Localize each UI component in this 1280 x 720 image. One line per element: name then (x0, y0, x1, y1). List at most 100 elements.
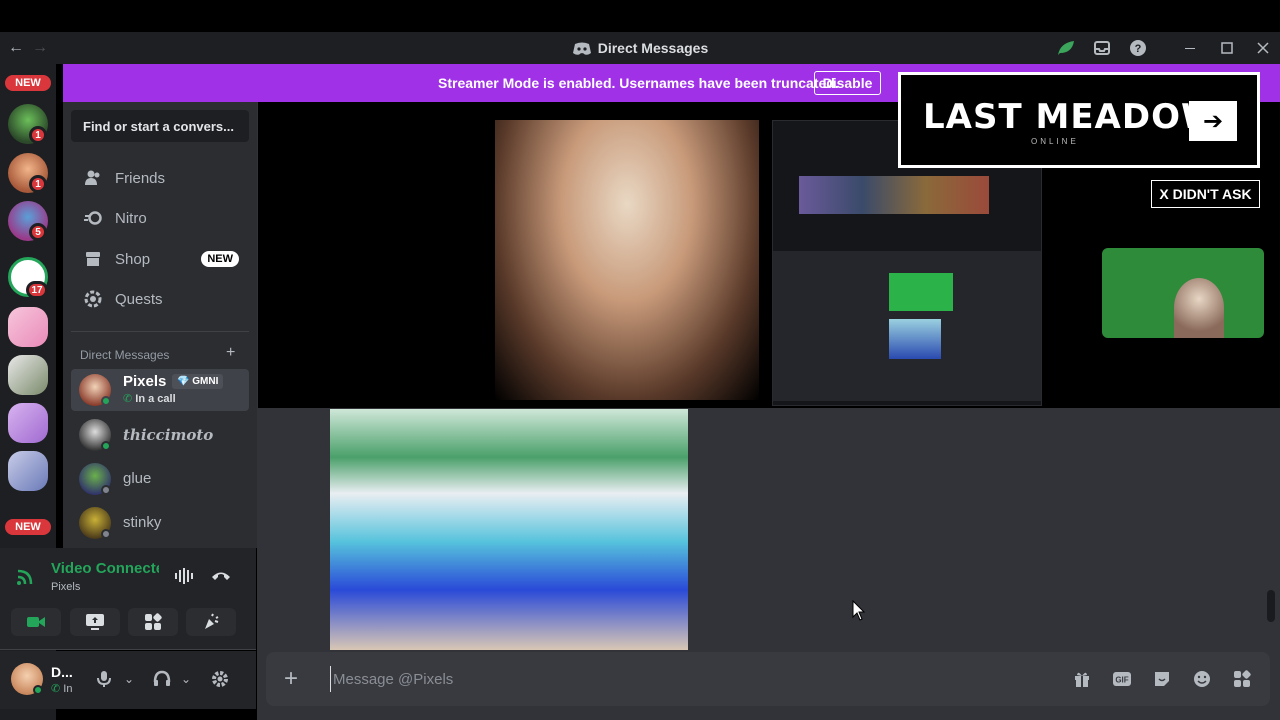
dm-item-thiccimoto[interactable]: thiccimoto (71, 414, 249, 456)
headphones-icon[interactable] (153, 670, 171, 693)
gif-icon[interactable]: GIF (1112, 669, 1132, 689)
dm-item-pixels[interactable]: Pixels 💎 GMNI ✆ In a call (71, 369, 249, 411)
screen-share-icon (86, 614, 104, 630)
maximize-icon[interactable] (1217, 38, 1237, 58)
voice-status[interactable]: Video Connected (51, 560, 159, 577)
arrow-right-icon: ➔ (1189, 101, 1237, 141)
message-input[interactable] (330, 666, 980, 692)
sidebar-item-quests[interactable]: Quests (71, 279, 249, 319)
dm-name: glue (123, 470, 152, 487)
microphone-icon[interactable] (97, 670, 111, 693)
discord-logo-icon (572, 42, 591, 55)
gift-icon[interactable] (1072, 669, 1092, 689)
minimize-icon[interactable] (1180, 38, 1200, 58)
find-conversation-search[interactable]: Find or start a convers... (71, 110, 249, 142)
camera-icon (27, 617, 45, 627)
webcam-video-tile[interactable] (495, 120, 759, 400)
user-status: ✆ In (51, 683, 73, 695)
last-meadow-overlay: LAST MEADOW ONLINE ➔ (898, 72, 1260, 168)
window-titlebar: ← → Direct Messages ? (0, 32, 1280, 64)
direct-messages-header: Direct Messages (80, 348, 170, 362)
online-status-dot (33, 685, 43, 695)
username[interactable]: D... (51, 664, 73, 680)
scrollbar-thumb[interactable] (1267, 590, 1275, 622)
emoji-icon[interactable] (1192, 669, 1212, 689)
svg-text:?: ? (1135, 43, 1142, 55)
phone-icon: ✆ (51, 683, 61, 695)
new-badge[interactable]: NEW (2, 516, 54, 538)
shared-image-attachment[interactable] (330, 409, 688, 650)
phone-icon: ✆ (123, 393, 133, 405)
disable-streamer-mode-button[interactable]: Disable (814, 71, 881, 95)
apps-icon[interactable] (1232, 669, 1252, 689)
leaf-icon[interactable] (1056, 38, 1076, 58)
offline-status-dot (101, 529, 111, 539)
create-dm-plus-icon[interactable]: + (226, 344, 235, 362)
person-silhouette (1174, 278, 1224, 338)
mouse-cursor-icon (852, 600, 866, 621)
settings-gear-icon[interactable] (211, 670, 229, 693)
signal-icon[interactable] (16, 568, 36, 591)
close-icon[interactable] (1253, 38, 1273, 58)
sidebar-item-label: Quests (115, 290, 163, 308)
sidebar-item-nitro[interactable]: Nitro (71, 198, 249, 238)
svg-text:GIF: GIF (1115, 676, 1128, 685)
soundboard-icon (205, 613, 219, 629)
online-status-dot (101, 396, 111, 406)
voice-channel-name[interactable]: Pixels (51, 581, 80, 593)
dm-name: stinky (123, 514, 162, 531)
server-icon[interactable] (8, 403, 48, 443)
server-icon[interactable] (8, 451, 48, 491)
activities-icon (145, 613, 162, 630)
inbox-icon[interactable] (1092, 38, 1112, 58)
server-icon[interactable] (8, 355, 48, 395)
window-title: Direct Messages (0, 40, 1280, 56)
thumbnail (889, 319, 941, 359)
noise-suppression-icon[interactable] (174, 568, 194, 589)
chevron-down-icon[interactable]: ⌄ (124, 672, 134, 686)
dm-item-glue[interactable]: glue (71, 458, 249, 500)
dm-name: Pixels (123, 373, 167, 390)
message-composer: + GIF (266, 652, 1270, 706)
divider (71, 331, 249, 332)
dm-name: thiccimoto (123, 426, 214, 444)
server-icon[interactable] (8, 307, 48, 347)
help-icon[interactable]: ? (1128, 38, 1148, 58)
attach-plus-icon[interactable]: + (284, 665, 298, 693)
quests-icon (83, 289, 103, 309)
last-meadow-title: LAST MEADOW (923, 97, 1220, 137)
friends-icon (83, 168, 103, 188)
facecam-overlay (1102, 248, 1264, 338)
sidebar-item-label: Shop (115, 250, 151, 268)
camera-button[interactable] (11, 608, 61, 636)
guild-tag-badge: 💎 GMNI (172, 374, 224, 389)
last-meadow-subtitle: ONLINE (1031, 137, 1079, 146)
dm-status: ✆ In a call (123, 393, 176, 405)
chevron-down-icon[interactable]: ⌄ (181, 672, 191, 686)
user-panel: D... ✆ In ⌄ ⌄ (0, 651, 256, 709)
disconnect-icon[interactable] (210, 568, 232, 587)
soundboard-button[interactable] (186, 608, 236, 636)
mention-count: 5 (29, 223, 47, 241)
shop-icon (83, 249, 103, 269)
sidebar-item-shop[interactable]: Shop NEW (71, 239, 249, 279)
screen-share-button[interactable] (70, 608, 120, 636)
activities-button[interactable] (128, 608, 178, 636)
game-thumbnail (799, 176, 989, 214)
voice-connection-panel: Video Connected Pixels (0, 548, 256, 650)
mention-count: 1 (29, 126, 47, 144)
offline-status-dot (101, 485, 111, 495)
sidebar-item-friends[interactable]: Friends (71, 158, 249, 198)
sidebar-item-label: Friends (115, 169, 166, 187)
mention-count: 17 (26, 281, 48, 299)
sidebar-item-label: Nitro (115, 209, 147, 227)
sticker-icon[interactable] (1152, 669, 1172, 689)
x-didnt-ask-overlay: X DIDN'T ASK (1151, 180, 1260, 208)
online-status-dot (101, 441, 111, 451)
dm-sidebar: Find or start a convers... Friends Nitro… (63, 102, 257, 548)
new-badge[interactable]: NEW (2, 72, 54, 94)
streamer-mode-message: Streamer Mode is enabled. Usernames have… (438, 75, 839, 91)
new-badge: NEW (201, 251, 239, 267)
top-black-bar (0, 0, 1280, 32)
dm-item-stinky[interactable]: stinky (71, 502, 249, 544)
